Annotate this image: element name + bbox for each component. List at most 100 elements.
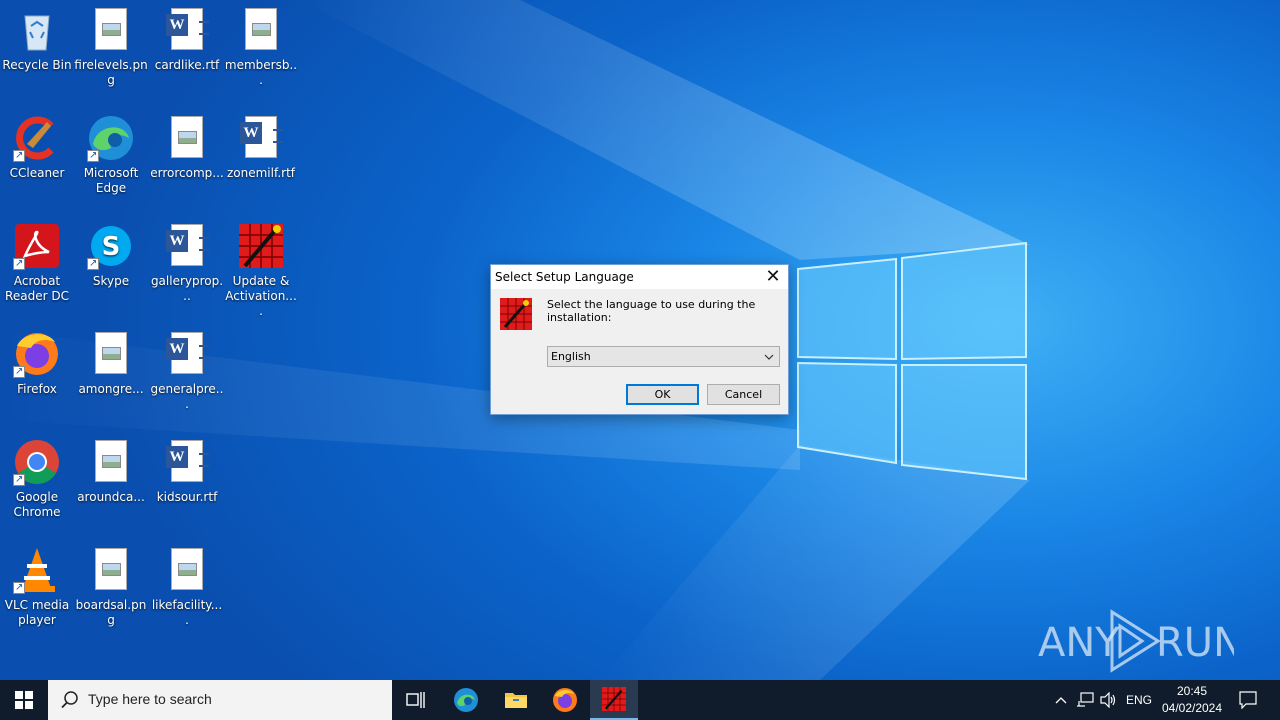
close-icon[interactable]: ✕ [760,266,786,288]
desktop-icon[interactable]: likefacility.... [150,546,224,646]
taskbar: Type here to search ENG 20:45 04/02/2024 [0,680,1280,720]
taskbar-search-box[interactable]: Type here to search [48,680,392,720]
desktop-icon-label: amongre... [78,382,144,396]
action-center-button[interactable] [1234,680,1262,720]
image-file-icon [87,6,135,54]
watermark-run: RUN [1156,620,1234,666]
desktop-icon[interactable]: Wcardlike.rtf [150,6,224,106]
ccleaner-icon [13,114,61,163]
taskbar-clock[interactable]: 20:45 04/02/2024 [1160,683,1224,717]
desktop-icon[interactable]: boardsal.png [74,546,148,646]
show-hidden-icons-button[interactable] [1050,680,1072,720]
desktop-icon-label: Update & Activation.... [225,274,297,318]
word-document-icon: W [163,330,211,378]
desktop-icon-label: galleryprop... [150,274,224,303]
desktop-icon-label: boardsal.png [75,598,147,627]
svg-text:S: S [102,232,121,262]
folder-icon [505,693,527,708]
cancel-button[interactable]: Cancel [707,384,780,405]
shortcut-arrow-icon [13,148,25,163]
task-view-icon [406,692,425,708]
desktop-icon-label: VLC media player [4,598,70,627]
image-file-icon [163,114,211,162]
desktop-icon-label: Google Chrome [13,490,61,519]
dialog-message: Select the language to use during the in… [547,298,756,324]
taskbar-edge[interactable] [442,680,490,720]
desktop-icon[interactable]: Acrobat Reader DC [0,222,74,322]
desktop-icon[interactable]: CCleaner [0,114,74,214]
desktop-icon-label: Skype [92,274,130,288]
desktop-icon-label: firelevels.png [74,58,148,87]
dialog-title-bar[interactable]: Select Setup Language [491,265,788,289]
firefox-icon [553,688,577,712]
watermark-any: ANY [1038,620,1120,666]
desktop-icon[interactable]: amongre... [74,330,148,430]
dialog-title: Select Setup Language [495,270,634,284]
edge-icon [454,688,478,712]
notification-icon [1239,691,1257,709]
desktop-icon[interactable]: S Skype [74,222,148,322]
shortcut-arrow-icon [13,580,25,595]
desktop-icon[interactable]: Wzonemilf.rtf [224,114,298,214]
image-file-icon [237,6,285,54]
windows-start-icon [15,691,33,709]
search-placeholder: Type here to search [88,691,212,707]
desktop-icon-label: Acrobat Reader DC [5,274,69,303]
desktop-icon-label: zonemilf.rtf [226,166,295,180]
ok-button[interactable]: OK [626,384,699,405]
shortcut-arrow-icon [87,256,99,271]
desktop-icon[interactable]: errorcomp... [150,114,224,214]
shortcut-arrow-icon [13,256,25,271]
desktop-icon[interactable]: Update & Activation.... [224,222,298,322]
speaker-icon [1100,692,1116,708]
taskbar-setup-app[interactable] [590,680,638,720]
start-button[interactable] [0,680,48,720]
desktop-icon[interactable]: VLC media player [0,546,74,646]
setup-language-dialog: Select Setup Language ✕ Select the langu… [490,264,789,415]
desktop-icon[interactable]: Wkidsour.rtf [150,438,224,538]
desktop-icon[interactable]: aroundca... [74,438,148,538]
desktop-icon-label: membersb... [224,58,298,87]
word-document-icon: W [163,222,211,270]
setup-app-icon [500,298,532,330]
vlc-icon [13,546,61,595]
input-language: ENG [1125,693,1152,707]
taskbar-file-explorer[interactable] [492,680,540,720]
shortcut-arrow-icon [87,148,99,163]
desktop-icon-label: likefacility.... [151,598,223,627]
setup-app-icon [602,687,626,711]
desktop-icon[interactable]: firelevels.png [74,6,148,106]
shortcut-arrow-icon [13,364,25,379]
desktop-icon-label: aroundca... [77,490,145,504]
acrobat-icon [13,222,61,271]
desktop-icon[interactable]: membersb... [224,6,298,106]
volume-tray-button[interactable] [1098,680,1120,720]
language-select[interactable]: English [547,346,780,367]
network-tray-button[interactable] [1074,680,1096,720]
desktop-icon-label: Firefox [17,382,57,396]
desktop-icon-label: CCleaner [9,166,65,180]
desktop-icon-label: generalpre... [150,382,224,411]
word-document-icon: W [163,438,211,486]
edge-icon [87,114,135,163]
desktop-icon[interactable]: Google Chrome [0,438,74,538]
desktop-icon-label: cardlike.rtf [154,58,220,72]
input-language-button[interactable]: ENG [1122,680,1156,720]
desktop-icon[interactable]: Microsoft Edge [74,114,148,214]
image-file-icon [87,438,135,486]
image-file-icon [87,546,135,594]
desktop-icon[interactable]: Wgeneralpre... [150,330,224,430]
clock-time: 20:45 [1176,684,1208,698]
desktop-icon[interactable]: Recycle Bin [0,6,74,106]
desktop-icon-label: kidsour.rtf [156,490,218,504]
desktop-icon-label: errorcomp... [150,166,224,180]
skype-icon: S [87,222,135,271]
word-document-icon: W [163,6,211,54]
desktop-icon[interactable]: Firefox [0,330,74,430]
image-file-icon [163,546,211,594]
desktop-icon[interactable]: Wgalleryprop... [150,222,224,322]
windows-logo-wallpaper [797,241,1027,481]
taskbar-firefox[interactable] [541,680,589,720]
chevron-up-icon [1055,697,1067,704]
task-view-button[interactable] [392,680,440,720]
